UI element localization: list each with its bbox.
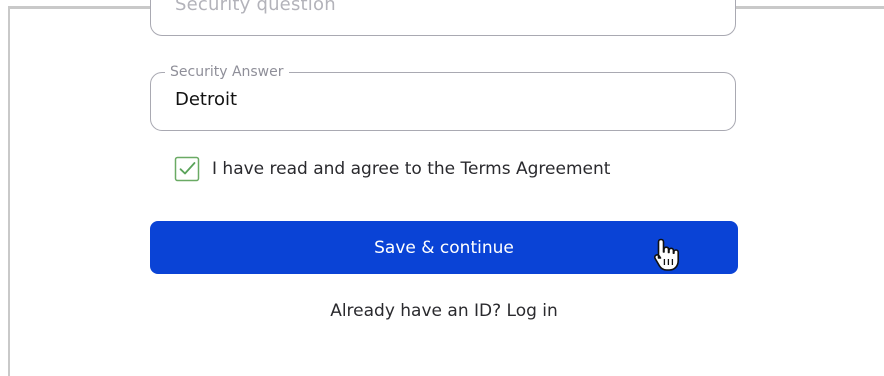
save-continue-button[interactable]: Save & continue [150,221,738,274]
hand-pointer-icon [652,237,682,273]
signup-page: Security question Security Answer Detroi… [0,0,884,376]
terms-agreement-label: I have read and agree to the Terms Agree… [212,159,611,179]
terms-agreement-row: I have read and agree to the Terms Agree… [174,154,610,184]
container-border-left [8,6,10,376]
checkbox-checked-icon[interactable] [174,156,200,182]
security-question-field[interactable]: Security question [150,0,736,36]
security-answer-value[interactable]: Detroit [175,89,237,111]
security-question-placeholder: Security question [175,0,336,15]
security-answer-field[interactable]: Security Answer Detroit [150,63,736,131]
login-link[interactable]: Already have an ID? Log in [150,299,738,323]
security-answer-label: Security Answer [165,63,289,81]
